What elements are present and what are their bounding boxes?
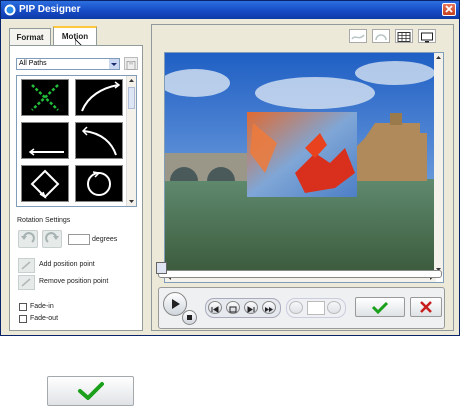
fade-in-checkbox[interactable] bbox=[19, 303, 27, 311]
next-frame-button[interactable] bbox=[244, 301, 258, 314]
motion-path-thumb[interactable] bbox=[75, 122, 123, 159]
pip-designer-window: PIP Designer Format Motion All Paths Rot… bbox=[0, 0, 460, 336]
close-icon bbox=[420, 301, 432, 313]
prev-frame-icon bbox=[211, 306, 219, 313]
gallery-scrollbar[interactable] bbox=[126, 76, 136, 206]
chevron-down-icon bbox=[109, 59, 119, 69]
save-icon bbox=[126, 61, 136, 70]
motion-path-thumb[interactable] bbox=[21, 165, 69, 202]
degrees-label: degrees bbox=[92, 236, 118, 243]
fade-out-checkbox[interactable] bbox=[19, 315, 27, 323]
add-point-icon bbox=[21, 261, 31, 270]
rotate-left-button[interactable] bbox=[18, 230, 38, 248]
motion-path-thumb[interactable] bbox=[21, 79, 69, 116]
motion-panel: All Paths Rotation Settings degrees Add … bbox=[9, 45, 143, 331]
rotate-right-button[interactable] bbox=[42, 230, 62, 248]
remove-point-icon bbox=[21, 278, 31, 287]
app-icon bbox=[4, 4, 16, 16]
marker-icon bbox=[229, 306, 237, 313]
add-position-point-button[interactable] bbox=[18, 258, 35, 273]
window-title: PIP Designer bbox=[19, 4, 81, 15]
rotation-degrees-input[interactable] bbox=[68, 234, 90, 245]
title-bar: PIP Designer bbox=[1, 1, 459, 19]
motion-path-gallery bbox=[16, 75, 137, 207]
close-window-button[interactable] bbox=[442, 3, 456, 16]
scroll-down-icon[interactable] bbox=[128, 198, 135, 205]
marker-button[interactable] bbox=[226, 301, 240, 314]
fade-in-label: Fade-in bbox=[30, 303, 54, 310]
fast-forward-icon bbox=[265, 307, 273, 312]
preview-image bbox=[165, 53, 436, 274]
timeline-slider-knob[interactable] bbox=[156, 262, 167, 274]
remove-position-point-button[interactable] bbox=[18, 275, 35, 290]
motion-path-thumb[interactable] bbox=[75, 79, 123, 116]
scroll-up-icon[interactable] bbox=[128, 77, 135, 84]
grid-icon bbox=[397, 32, 411, 42]
monitor-button[interactable] bbox=[418, 29, 436, 43]
wave-icon bbox=[351, 34, 365, 40]
gallery-scroll-thumb[interactable] bbox=[128, 87, 135, 109]
grid-button[interactable] bbox=[395, 29, 413, 43]
curve-icon bbox=[375, 34, 387, 41]
next-keyframe-button[interactable] bbox=[327, 301, 341, 314]
toolbar-button-2[interactable] bbox=[372, 29, 390, 43]
next-frame-icon bbox=[247, 306, 255, 313]
path-filter-select[interactable]: All Paths bbox=[16, 58, 120, 70]
cancel-button[interactable] bbox=[410, 297, 442, 317]
rotation-settings-label: Rotation Settings bbox=[17, 217, 71, 224]
timeline-slider[interactable] bbox=[158, 270, 442, 278]
tab-format[interactable]: Format bbox=[9, 28, 51, 45]
close-icon bbox=[445, 5, 453, 13]
stop-icon bbox=[187, 315, 192, 320]
monitor-icon bbox=[421, 32, 433, 43]
motion-path-thumb[interactable] bbox=[21, 122, 69, 159]
playback-controls bbox=[158, 287, 445, 329]
toolbar-button-1[interactable] bbox=[349, 29, 367, 43]
fast-forward-button[interactable] bbox=[262, 301, 276, 314]
video-preview[interactable] bbox=[164, 52, 444, 283]
stop-button[interactable] bbox=[182, 310, 197, 325]
rotate-left-icon bbox=[21, 232, 35, 243]
save-path-button[interactable] bbox=[124, 57, 138, 70]
preview-vertical-scrollbar[interactable] bbox=[434, 53, 443, 274]
check-icon bbox=[371, 301, 389, 315]
path-filter-value: All Paths bbox=[19, 60, 47, 67]
ok-button[interactable] bbox=[355, 297, 405, 317]
check-icon bbox=[78, 382, 104, 400]
motion-path-thumb[interactable] bbox=[75, 165, 123, 202]
prev-frame-button[interactable] bbox=[208, 301, 222, 314]
rotate-right-icon bbox=[45, 232, 59, 243]
add-position-point-label: Add position point bbox=[39, 261, 95, 268]
scroll-up-icon[interactable] bbox=[435, 54, 442, 61]
keyframe-field[interactable] bbox=[307, 301, 325, 315]
prev-keyframe-button[interactable] bbox=[289, 301, 303, 314]
ok-button-large[interactable] bbox=[47, 376, 134, 406]
fade-out-label: Fade-out bbox=[30, 315, 59, 322]
remove-position-point-label: Remove position point bbox=[39, 278, 109, 285]
frame-nav-group bbox=[205, 298, 281, 318]
keyframe-group bbox=[286, 298, 346, 318]
preview-panel bbox=[151, 24, 454, 331]
